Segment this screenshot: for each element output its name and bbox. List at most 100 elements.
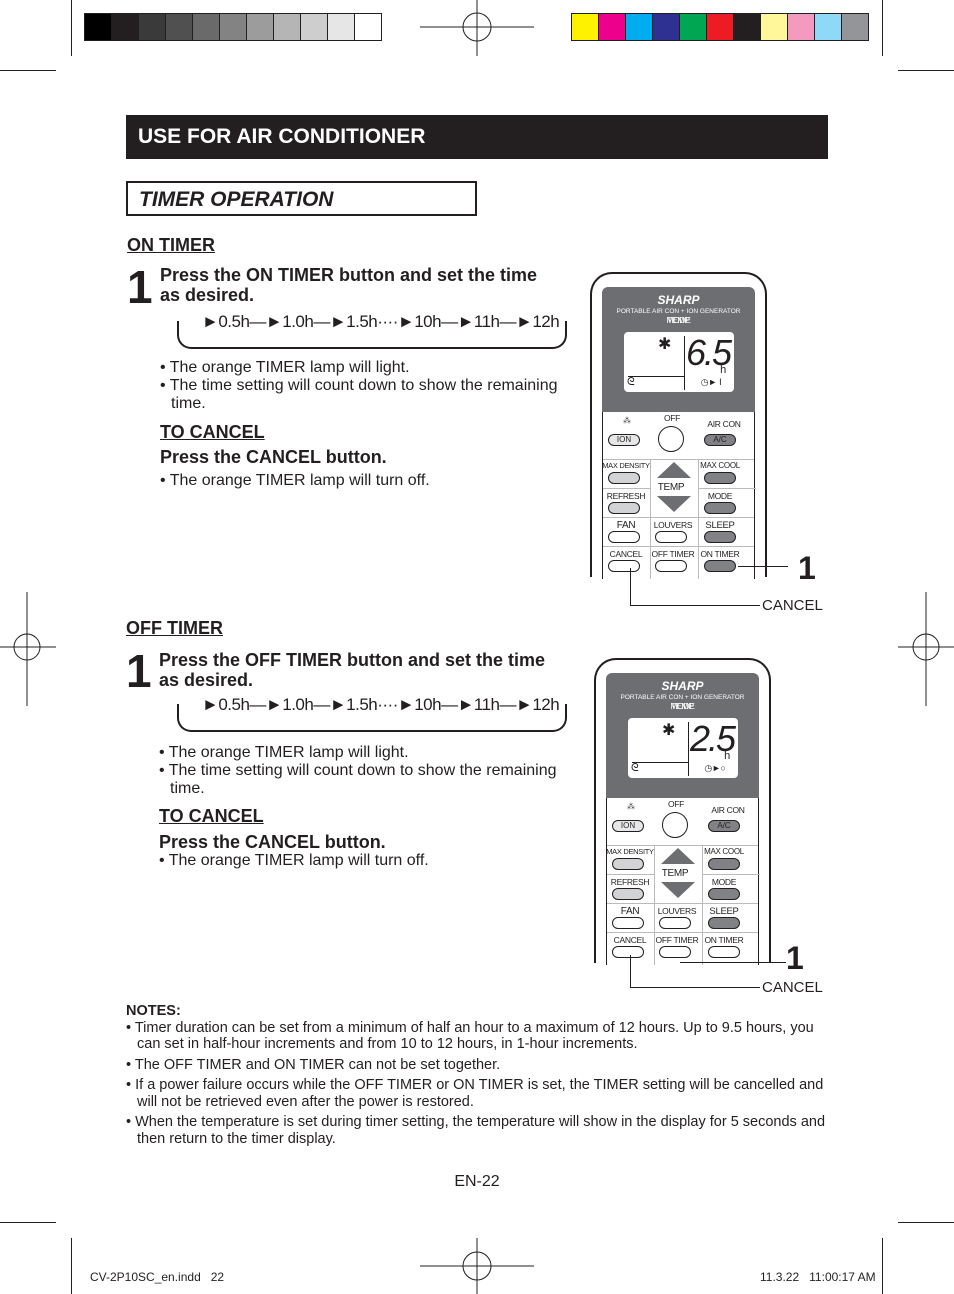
ac-button[interactable]: A/C: [708, 820, 740, 832]
off-label: OFF: [667, 799, 685, 809]
mode-button[interactable]: [704, 502, 736, 514]
cancel-button[interactable]: [608, 560, 640, 572]
cancel-button[interactable]: [612, 946, 644, 958]
gray-swatch: [84, 13, 112, 41]
timer-sequence: ►0.5h—►1.0h—►1.5h····►10h—►11h—►12h: [200, 695, 562, 715]
cancel-step: Press the CANCEL button.: [160, 447, 387, 467]
gray-swatch: [246, 13, 274, 41]
off-timer-label: OFF TIMER: [655, 935, 699, 945]
sleep-button[interactable]: [704, 531, 736, 543]
temp-label: TEMP: [671, 701, 694, 711]
callout-number: 1: [798, 550, 816, 586]
brand-logo: SHARP: [657, 293, 700, 307]
callout-number: 1: [786, 940, 804, 976]
temp-up-icon[interactable]: [661, 848, 695, 864]
note-item: • The OFF TIMER and ON TIMER can not be …: [126, 1056, 501, 1073]
notes: NOTES: • Timer duration can be set from …: [126, 1003, 836, 1147]
remote-control: SHARP PORTABLE AIR CON + ION GENERATOR M…: [594, 658, 771, 965]
off-timer-label: OFF TIMER: [651, 549, 695, 559]
mode-button[interactable]: [708, 888, 740, 900]
color-swatch: [733, 13, 761, 41]
lcd-display: ✱ ᘓ 2.5 h ◷►○: [628, 718, 738, 778]
off-timer-button[interactable]: [659, 946, 691, 958]
temp-label: TEMP: [667, 315, 690, 325]
off-timer-heading: OFF TIMER: [126, 618, 223, 638]
callout-line: [630, 955, 631, 988]
crop-mark: [898, 1222, 954, 1223]
temp-down-icon[interactable]: [661, 882, 695, 898]
fan-button[interactable]: [612, 917, 644, 929]
temp-button-label: TEMP: [657, 482, 685, 493]
refresh-button[interactable]: [612, 888, 644, 900]
gray-swatch: [165, 13, 193, 41]
timer-sequence: ►0.5h—►1.0h—►1.5h····►10h—►11h—►12h: [200, 312, 562, 332]
ion-button[interactable]: ION: [612, 820, 644, 832]
color-swatch: [652, 13, 680, 41]
ac-button[interactable]: A/C: [704, 434, 736, 446]
unit: h: [724, 750, 730, 762]
max-density-label: MAX DENSITY: [606, 847, 654, 856]
bullet: • The time setting will count down to sh…: [159, 762, 557, 797]
gray-swatch: [111, 13, 139, 41]
on-timer-button[interactable]: [704, 560, 736, 572]
timer-indicator: ◷►○: [704, 763, 726, 773]
louvers-label: LOUVERS: [653, 520, 693, 530]
crop-mark: [898, 70, 954, 71]
max-density-button[interactable]: [608, 472, 640, 484]
max-cool-button[interactable]: [708, 858, 740, 870]
refresh-label: REFRESH: [606, 491, 646, 501]
note-item: • If a power failure occurs while the OF…: [126, 1077, 824, 1110]
max-cool-label: MAX COOL: [704, 847, 744, 856]
footer-timestamp: 11.3.22 11:00:17 AM: [760, 1270, 876, 1284]
registration-target-icon: [420, 1238, 534, 1294]
bullet-list: • The orange TIMER lamp will light. • Th…: [160, 359, 570, 413]
off-timer-button[interactable]: [655, 560, 687, 572]
sleep-button[interactable]: [708, 917, 740, 929]
louvers-button[interactable]: [655, 531, 687, 543]
cancel-bullet: • The orange TIMER lamp will turn off.: [159, 852, 429, 869]
footer-file: CV-2P10SC_en.indd 22: [90, 1270, 225, 1284]
callout-line: [680, 962, 786, 963]
temp-button-label: TEMP: [661, 868, 689, 879]
max-cool-button[interactable]: [704, 472, 736, 484]
louvers-button[interactable]: [659, 917, 691, 929]
sleep-label: SLEEP: [709, 906, 739, 917]
refresh-button[interactable]: [608, 502, 640, 514]
gray-swatch: [192, 13, 220, 41]
unit: h: [720, 364, 726, 376]
off-button[interactable]: [658, 426, 684, 452]
max-density-button[interactable]: [612, 858, 644, 870]
remote-control: SHARP PORTABLE AIR CON + ION GENERATOR M…: [590, 272, 767, 579]
crop-mark: [71, 1238, 72, 1294]
sleep-label: SLEEP: [705, 520, 735, 531]
bullet: • The time setting will count down to sh…: [160, 377, 558, 412]
section-header: USE FOR AIR CONDITIONER: [126, 115, 828, 159]
aircon-label: AIR CON: [707, 419, 741, 429]
cancel-step: Press the CANCEL button.: [159, 832, 386, 852]
gray-swatch: [273, 13, 301, 41]
aircon-label: AIR CON: [711, 805, 745, 815]
on-timer-button[interactable]: [708, 946, 740, 958]
step-text: Press the OFF TIMER button and set the t…: [159, 650, 546, 690]
subsection-title: TIMER OPERATION: [126, 181, 477, 216]
gray-swatch: [219, 13, 247, 41]
registration-target-icon: [420, 0, 534, 56]
registration-target-icon: [0, 592, 56, 706]
note-item: • When the temperature is set during tim…: [126, 1114, 826, 1147]
louvers-label: LOUVERS: [657, 906, 697, 916]
off-button[interactable]: [662, 812, 688, 838]
temp-up-icon[interactable]: [657, 462, 691, 478]
ion-button[interactable]: ION: [608, 434, 640, 446]
cancel-label: CANCEL: [609, 549, 643, 559]
note-item: • Timer duration can be set from a minim…: [126, 1019, 814, 1053]
cancel-heading: TO CANCEL: [159, 806, 264, 826]
remote-display-panel: SHARP PORTABLE AIR CON + ION GENERATOR M…: [602, 287, 755, 420]
fan-button[interactable]: [608, 531, 640, 543]
snowflake-icon: ✱: [658, 336, 672, 353]
crop-mark: [882, 0, 883, 56]
refresh-label: REFRESH: [610, 877, 650, 887]
color-swatch: [625, 13, 653, 41]
color-swatch: [706, 13, 734, 41]
temp-down-icon[interactable]: [657, 496, 691, 512]
color-swatch: [787, 13, 815, 41]
